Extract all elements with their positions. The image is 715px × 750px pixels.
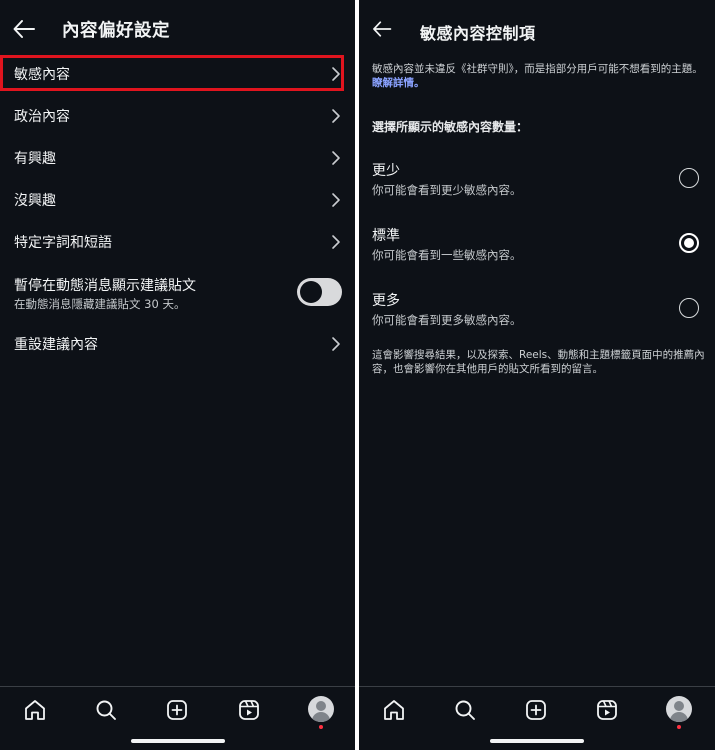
back-arrow-icon[interactable] — [11, 16, 37, 42]
menu-item-interested[interactable]: 有興趣 — [0, 138, 355, 178]
menu-item-political-content[interactable]: 政治內容 — [0, 96, 355, 136]
menu-item-label: 重設建議內容 — [14, 337, 98, 353]
chevron-right-icon — [332, 151, 340, 165]
option-description: 你可能會看到更少敏感內容。 — [372, 183, 522, 197]
page-title: 敏感內容控制項 — [420, 24, 536, 43]
learn-more-link[interactable]: 瞭解詳情。 — [372, 77, 425, 89]
option-label: 更多 — [372, 293, 400, 309]
pause-suggested-posts-toggle[interactable] — [297, 278, 342, 306]
header: 內容偏好設定 — [0, 0, 355, 58]
toggle-label: 暫停在動態消息顯示建議貼文 — [14, 278, 196, 294]
sensitive-content-control-screen: 敏感內容控制項 敏感內容並未違反《社群守則》，而是指部分用戶可能不想看到的主題。… — [359, 0, 715, 750]
radio-standard[interactable] — [679, 233, 699, 253]
footnote-text: 這會影響搜尋結果，以及探索、Reels、動態和主題標籤頁面中的推薦內容，也會影響… — [372, 349, 705, 375]
page-title: 內容偏好設定 — [62, 21, 170, 41]
header: 敏感內容控制項 — [359, 0, 715, 58]
menu-item-not-interested[interactable]: 沒興趣 — [0, 180, 355, 220]
section-title: 選擇所顯示的敏感內容數量： — [372, 120, 529, 134]
chevron-right-icon — [332, 235, 340, 249]
reels-icon[interactable] — [237, 698, 261, 722]
radio-more[interactable] — [679, 298, 699, 318]
profile-avatar[interactable] — [308, 696, 334, 722]
intro-text: 敏感內容並未違反《社群守則》，而是指部分用戶可能不想看到的主題。 瞭解詳情。 — [372, 62, 705, 90]
toggle-sublabel: 在動態消息隱藏建議貼文 30 天。 — [14, 297, 186, 311]
content-preferences-screen: 內容偏好設定 敏感內容 政治內容 有興趣 沒興趣 特定字詞和短語 暫停在動態消息… — [0, 0, 355, 750]
toggle-knob — [300, 281, 322, 303]
search-icon[interactable] — [453, 698, 477, 722]
avatar-head — [316, 701, 326, 711]
menu-item-reset-suggested[interactable]: 重設建議內容 — [0, 324, 355, 364]
home-icon[interactable] — [382, 698, 406, 722]
option-standard[interactable]: 標準 你可能會看到一些敏感內容。 — [359, 225, 715, 275]
chevron-right-icon — [332, 337, 340, 351]
option-description: 你可能會看到一些敏感內容。 — [372, 248, 522, 262]
highlight-box — [0, 55, 344, 91]
avatar-body — [670, 712, 688, 722]
home-icon[interactable] — [23, 698, 47, 722]
back-arrow-icon[interactable] — [371, 18, 393, 40]
create-icon[interactable] — [165, 698, 189, 722]
chevron-right-icon — [332, 109, 340, 123]
option-label: 更少 — [372, 163, 400, 179]
option-label: 標準 — [372, 228, 400, 244]
create-icon[interactable] — [524, 698, 548, 722]
menu-item-label: 有興趣 — [14, 151, 56, 167]
notification-dot — [319, 725, 323, 729]
reels-icon[interactable] — [595, 698, 619, 722]
profile-avatar[interactable] — [666, 696, 692, 722]
option-description: 你可能會看到更多敏感內容。 — [372, 313, 522, 327]
notification-dot — [677, 725, 681, 729]
option-more[interactable]: 更多 你可能會看到更多敏感內容。 — [359, 290, 715, 340]
pause-suggested-posts-row: 暫停在動態消息顯示建議貼文 在動態消息隱藏建議貼文 30 天。 — [0, 272, 355, 316]
menu-item-label: 沒興趣 — [14, 193, 56, 209]
home-indicator — [131, 739, 225, 743]
chevron-right-icon — [332, 193, 340, 207]
option-less[interactable]: 更少 你可能會看到更少敏感內容。 — [359, 160, 715, 210]
home-indicator — [490, 739, 584, 743]
avatar-body — [312, 712, 330, 722]
intro-body: 敏感內容並未違反《社群守則》，而是指部分用戶可能不想看到的主題。 — [372, 63, 703, 75]
menu-item-label: 政治內容 — [14, 109, 70, 125]
search-icon[interactable] — [94, 698, 118, 722]
menu-item-specific-words[interactable]: 特定字詞和短語 — [0, 222, 355, 262]
menu-item-label: 特定字詞和短語 — [14, 235, 112, 251]
avatar-head — [674, 701, 684, 711]
radio-less[interactable] — [679, 168, 699, 188]
